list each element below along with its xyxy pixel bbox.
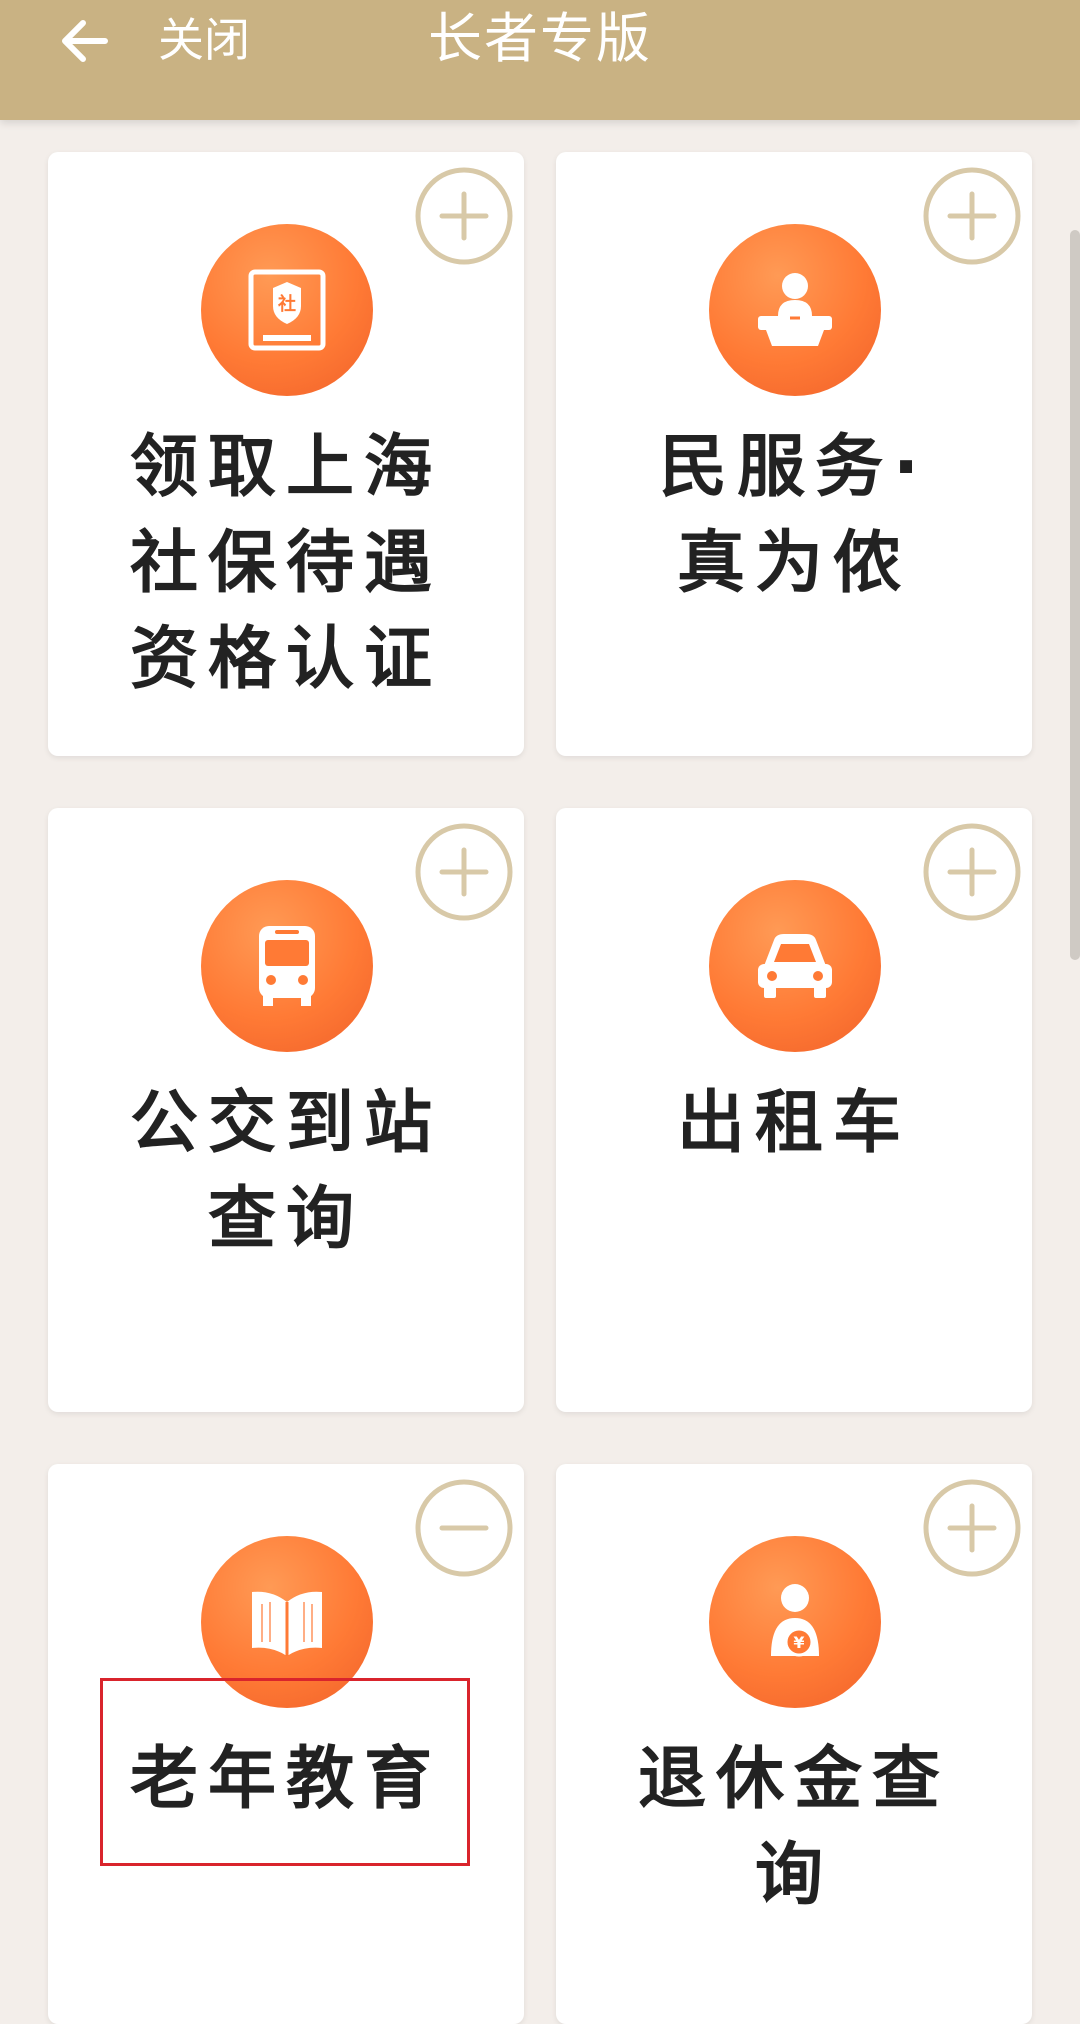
service-label: 公交到站 查询 bbox=[129, 1084, 442, 1259]
service-label: 退休金查 询 bbox=[637, 1740, 950, 1915]
plus-circle-icon bbox=[415, 823, 513, 921]
service-card-senior-education[interactable]: 老年教育 bbox=[48, 1464, 524, 2024]
add-favorite-button[interactable] bbox=[414, 822, 514, 922]
svg-text:社: 社 bbox=[278, 293, 296, 315]
service-label: 老年教育 bbox=[129, 1740, 442, 1819]
service-grid: 社 领取上海 社保待遇 资格认证 民服务· 真为侬 公交到站 查询 出租车 老年… bbox=[0, 0, 1080, 2024]
service-card-social-security-certification[interactable]: 社 领取上海 社保待遇 资格认证 bbox=[48, 152, 524, 756]
plus-circle-icon bbox=[923, 167, 1021, 265]
service-label: 出租车 bbox=[676, 1084, 911, 1163]
add-favorite-button[interactable] bbox=[922, 822, 1022, 922]
svg-text:¥: ¥ bbox=[793, 1633, 804, 1652]
social-security-icon: 社 bbox=[201, 224, 373, 396]
add-favorite-button[interactable] bbox=[922, 1478, 1022, 1578]
scrollbar[interactable] bbox=[1070, 230, 1080, 960]
close-button[interactable]: 关闭 bbox=[158, 8, 250, 72]
service-label: 民服务· 真为侬 bbox=[659, 428, 929, 603]
service-desk-icon bbox=[709, 224, 881, 396]
minus-circle-icon bbox=[415, 1479, 513, 1577]
top-bar: 关闭 长者专版 bbox=[0, 0, 1080, 120]
plus-circle-icon bbox=[415, 167, 513, 265]
back-button[interactable] bbox=[50, 6, 120, 76]
service-card-pension-inquiry[interactable]: ¥ 退休金查 询 bbox=[556, 1464, 1032, 2024]
pension-icon: ¥ bbox=[709, 1536, 881, 1708]
taxi-icon bbox=[709, 880, 881, 1052]
service-card-taxi[interactable]: 出租车 bbox=[556, 808, 1032, 1412]
plus-circle-icon bbox=[923, 1479, 1021, 1577]
add-favorite-button[interactable] bbox=[922, 166, 1022, 266]
back-arrow-icon bbox=[62, 20, 108, 62]
remove-favorite-button[interactable] bbox=[414, 1478, 514, 1578]
open-book-icon bbox=[201, 1536, 373, 1708]
service-card-bus-arrival[interactable]: 公交到站 查询 bbox=[48, 808, 524, 1412]
bus-icon bbox=[201, 880, 373, 1052]
service-card-citizen-service[interactable]: 民服务· 真为侬 bbox=[556, 152, 1032, 756]
add-favorite-button[interactable] bbox=[414, 166, 514, 266]
plus-circle-icon bbox=[923, 823, 1021, 921]
service-label: 领取上海 社保待遇 资格认证 bbox=[129, 428, 442, 699]
